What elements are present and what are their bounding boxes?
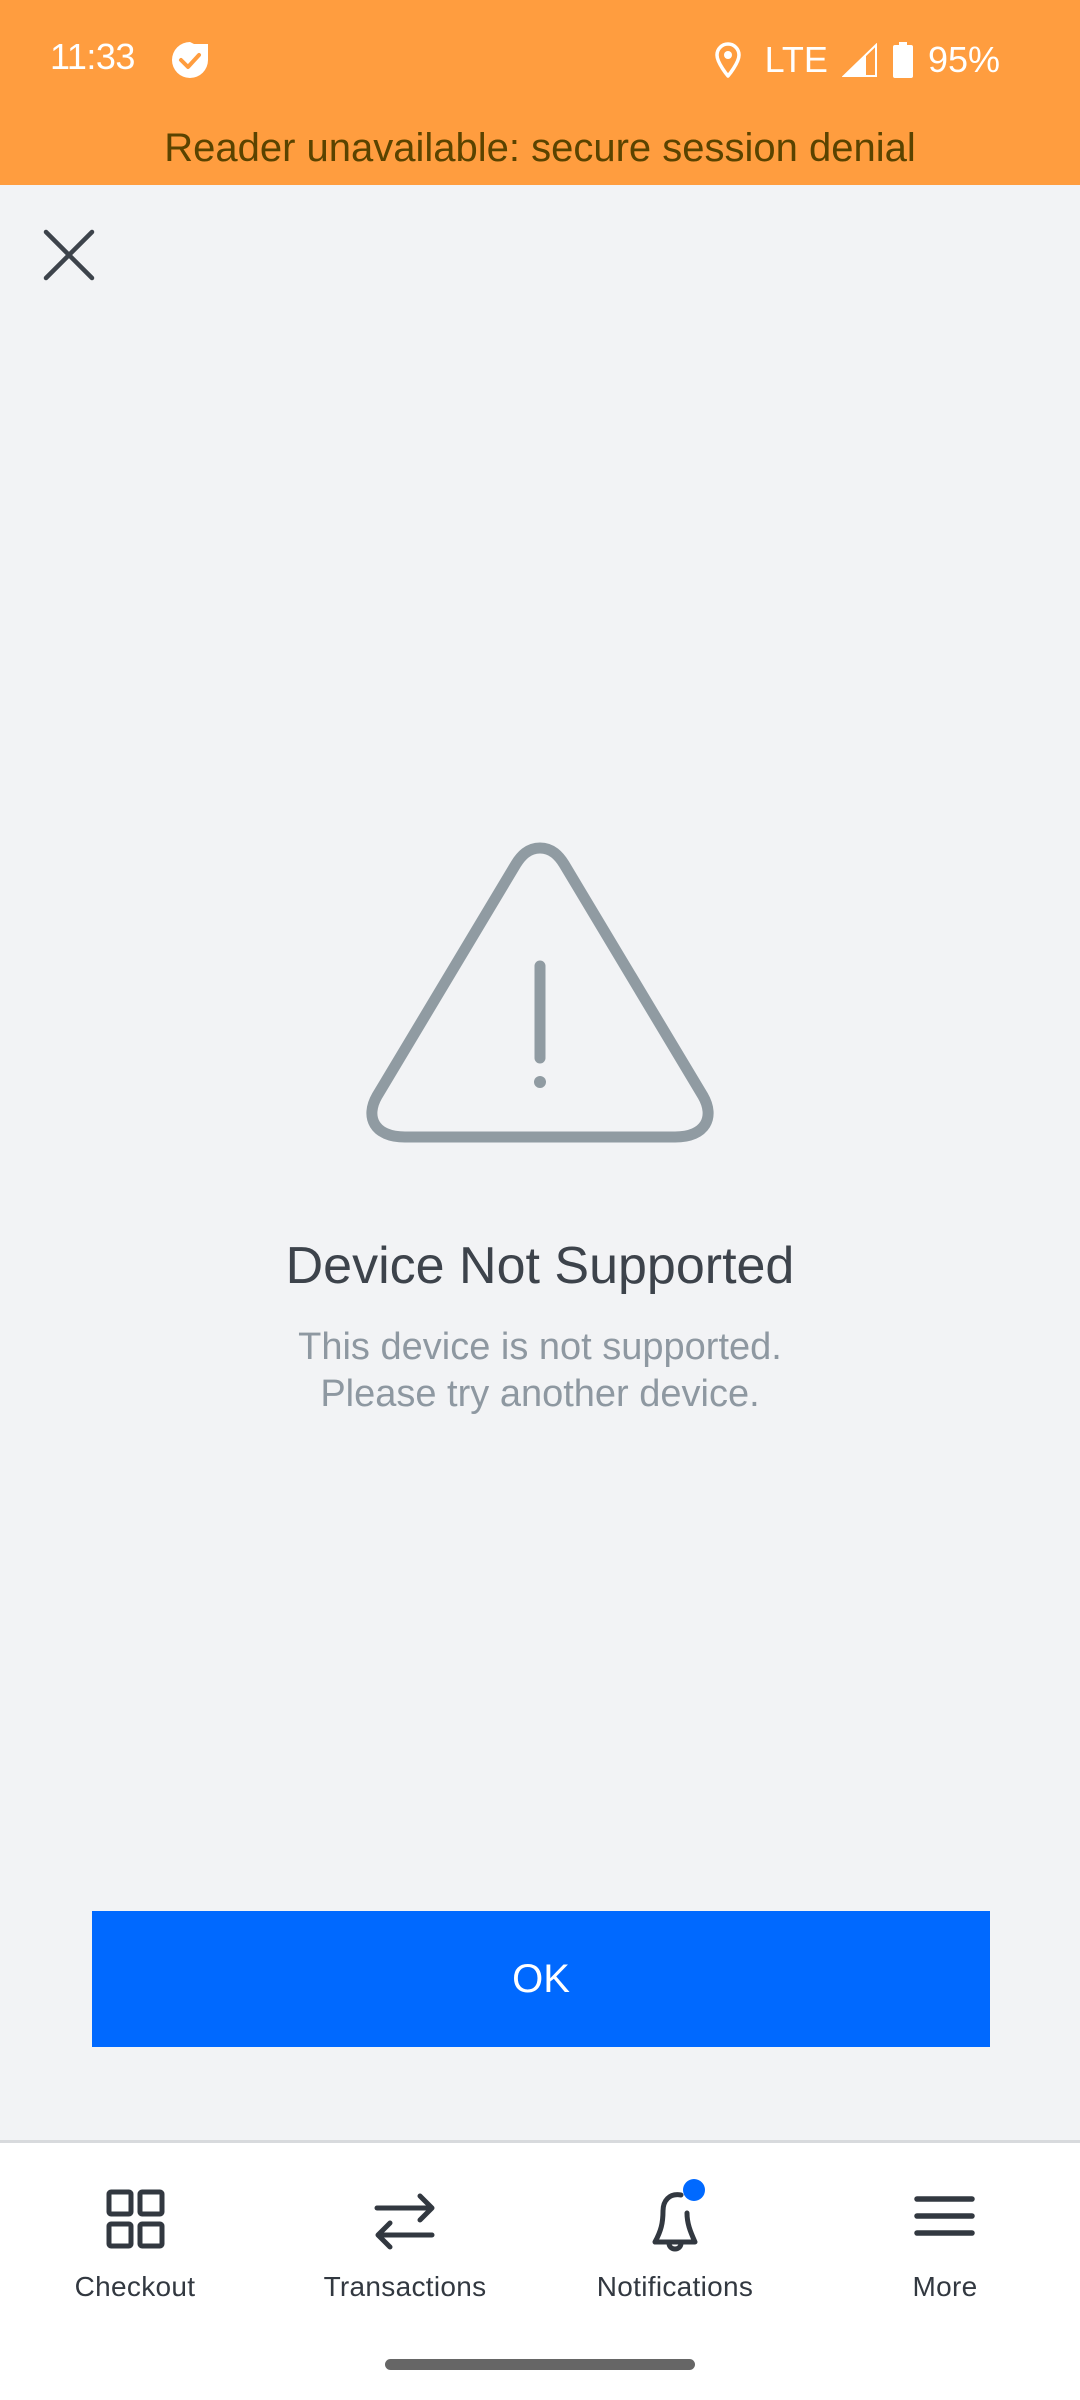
error-message-line-1: This device is not supported. — [298, 1326, 782, 1368]
battery-level: 95% — [927, 39, 1000, 80]
nav-label: More — [912, 2271, 978, 2302]
nav-label: Transactions — [323, 2271, 487, 2302]
warning-triangle-icon — [366, 842, 714, 1143]
status-time: 11:33 — [50, 36, 135, 77]
app-check-badge-icon — [172, 42, 208, 78]
battery-icon — [892, 42, 913, 78]
home-indicator[interactable] — [385, 2359, 695, 2370]
status-indicators: LTE 95% — [713, 36, 1000, 84]
bell-icon-wrapper — [635, 2179, 715, 2259]
nav-item-transactions[interactable]: Transactions — [270, 2143, 540, 2343]
nav-label: Checkout — [74, 2271, 196, 2302]
network-type: LTE — [764, 39, 828, 80]
ok-button[interactable]: OK — [92, 1911, 990, 2047]
error-message-line-2: Please try another device. — [320, 1373, 760, 1415]
swap-arrows-icon — [374, 2193, 435, 2250]
nav-item-more[interactable]: More — [810, 2143, 1080, 2343]
error-title: Device Not Supported — [285, 1237, 795, 1295]
location-icon — [714, 42, 741, 78]
error-message: This device is not supported. Please try… — [0, 1324, 1080, 1418]
nav-label: Notifications — [596, 2271, 754, 2302]
nav-item-checkout[interactable]: Checkout — [0, 2143, 270, 2343]
grid-icon — [106, 2189, 165, 2249]
close-button[interactable] — [28, 214, 110, 296]
status-banner-area: 11:33 LTE 95% Reader unavailable: secure… — [0, 0, 1080, 185]
close-icon — [43, 229, 95, 281]
notification-badge — [683, 2179, 705, 2201]
menu-icon — [914, 2196, 975, 2236]
reader-status-banner: Reader unavailable: secure session denia… — [164, 126, 916, 170]
nav-item-notifications[interactable]: Notifications — [540, 2143, 810, 2343]
signal-icon — [841, 43, 877, 77]
